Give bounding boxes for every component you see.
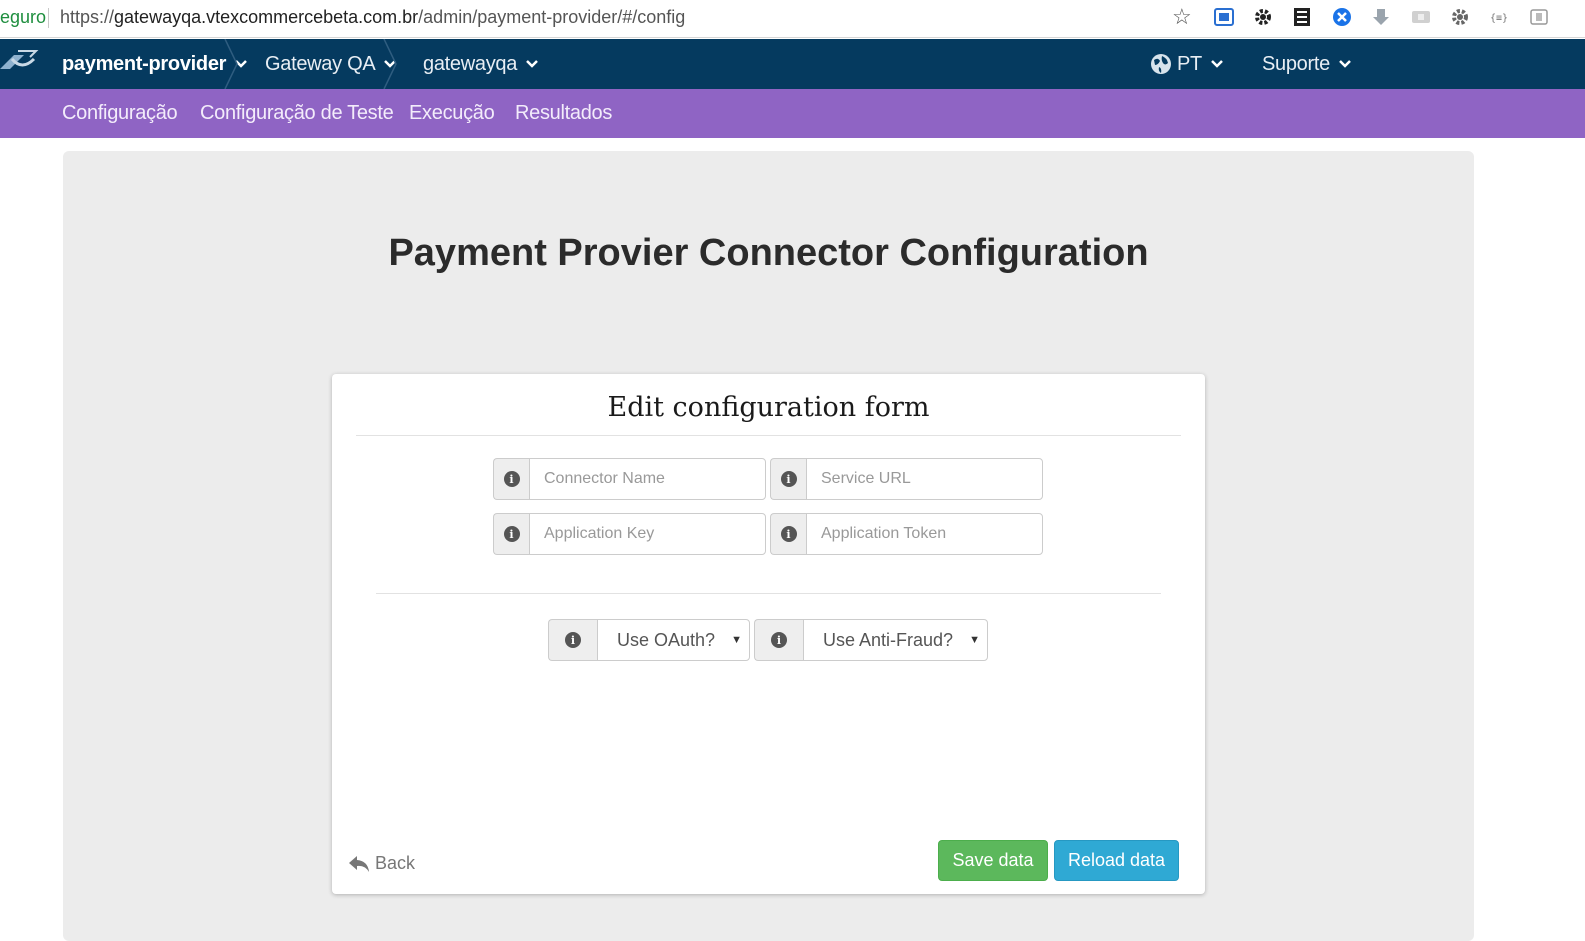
top-navbar: payment-provider Gateway QA gatewayqa PT… (0, 39, 1585, 89)
chevron-down-icon (526, 60, 538, 68)
breadcrumb-account-label: Gateway QA (265, 52, 376, 75)
breadcrumb-app-label: payment-provider (62, 52, 227, 75)
extension-grey-gear-icon[interactable] (1449, 6, 1471, 28)
language-label: PT (1177, 52, 1202, 75)
extension-json-icon[interactable]: {≡} (1489, 6, 1511, 28)
connector-name-group: i (493, 458, 766, 500)
reload-data-button[interactable]: Reload data (1054, 840, 1179, 881)
caret-down-icon: ▼ (731, 634, 742, 646)
oauth-info-button[interactable]: i (548, 619, 597, 661)
extension-grey-b-icon[interactable] (1528, 6, 1550, 28)
application-token-input[interactable] (806, 513, 1043, 555)
page-title: Payment Provier Connector Configuration (388, 232, 1149, 274)
extension-blue-circle-icon[interactable] (1331, 6, 1353, 28)
antifraud-info-button[interactable]: i (754, 619, 803, 661)
form-title: Edit configuration form (607, 392, 930, 423)
antifraud-select[interactable]: Use Anti-Fraud? ▼ (803, 619, 988, 661)
info-icon: i (503, 526, 520, 542)
sub-navbar: Configuração Configuração de Teste Execu… (0, 89, 1585, 138)
breadcrumb-account-selector[interactable]: Gateway QA (265, 39, 397, 89)
back-link[interactable]: Back (348, 853, 415, 874)
back-label: Back (375, 853, 416, 873)
application-token-info-button[interactable]: i (770, 513, 806, 555)
config-form-card: Edit configuration form i i i i i Use OA… (332, 374, 1205, 894)
address-separator (48, 8, 49, 28)
extension-gear-icon[interactable] (1252, 6, 1274, 28)
info-icon: i (503, 471, 520, 487)
subnav-item-configuracao-de-teste[interactable]: Configuração de Teste (200, 89, 394, 138)
extension-grey-box-icon[interactable] (1410, 6, 1432, 28)
vtex-logo-icon[interactable] (0, 47, 40, 81)
service-url-group: i (770, 458, 1043, 500)
oauth-group: i Use OAuth? ▼ (548, 619, 750, 661)
support-label: Suporte (1262, 52, 1330, 75)
antifraud-select-value: Use Anti-Fraud? (823, 629, 954, 650)
info-icon: i (565, 632, 581, 648)
chevron-down-icon (1211, 60, 1223, 68)
info-icon: i (780, 526, 797, 542)
caret-down-icon: ▼ (969, 634, 980, 646)
info-icon: i (771, 632, 787, 648)
breadcrumb-store-selector[interactable]: gatewayqa (423, 39, 539, 89)
connector-name-input[interactable] (529, 458, 766, 500)
connector-name-info-button[interactable]: i (493, 458, 529, 500)
antifraud-group: i Use Anti-Fraud? ▼ (754, 619, 988, 661)
subnav-item-execucao[interactable]: Execução (409, 89, 495, 138)
breadcrumb-app-selector[interactable]: payment-provider (62, 39, 248, 89)
fields-divider (376, 593, 1161, 594)
reply-arrow-icon (349, 855, 369, 872)
svg-text:{≡}: {≡} (1490, 13, 1508, 24)
application-key-info-button[interactable]: i (493, 513, 529, 555)
subnav-item-configuracao[interactable]: Configuração (62, 89, 178, 138)
application-key-group: i (493, 513, 766, 555)
globe-icon (1151, 54, 1171, 74)
breadcrumb-divider (383, 39, 397, 89)
url-field[interactable]: https://gatewayqa.vtexcommercebeta.com.b… (60, 7, 685, 28)
oauth-select[interactable]: Use OAuth? ▼ (597, 619, 750, 661)
save-data-button[interactable]: Save data (938, 840, 1048, 881)
service-url-input[interactable] (806, 458, 1043, 500)
language-selector[interactable]: PT (1149, 39, 1224, 89)
oauth-select-value: Use OAuth? (617, 629, 716, 650)
application-key-input[interactable] (529, 513, 766, 555)
info-icon: i (780, 471, 797, 487)
application-token-group: i (770, 513, 1043, 555)
bookmark-star-icon[interactable]: ☆ (1172, 4, 1192, 30)
chevron-down-icon (1339, 60, 1351, 68)
extension-blue-square-icon[interactable] (1213, 6, 1235, 28)
support-menu[interactable]: Suporte (1262, 39, 1352, 89)
url-path: /admin/payment-provider/#/config (418, 7, 686, 27)
service-url-info-button[interactable]: i (770, 458, 806, 500)
subnav-item-resultados[interactable]: Resultados (515, 89, 612, 138)
form-title-divider (356, 435, 1181, 436)
url-host: gatewayqa.vtexcommercebeta.com.br (114, 7, 419, 27)
security-label: eguro (0, 7, 47, 27)
extension-download-arrow-icon[interactable] (1370, 6, 1392, 28)
url-scheme: https:// (60, 7, 115, 27)
browser-address-bar: eguro https://gatewayqa.vtexcommercebeta… (0, 0, 1585, 38)
breadcrumb-store-label: gatewayqa (423, 52, 518, 75)
extension-film-icon[interactable] (1291, 6, 1313, 28)
breadcrumb-divider (224, 39, 238, 89)
